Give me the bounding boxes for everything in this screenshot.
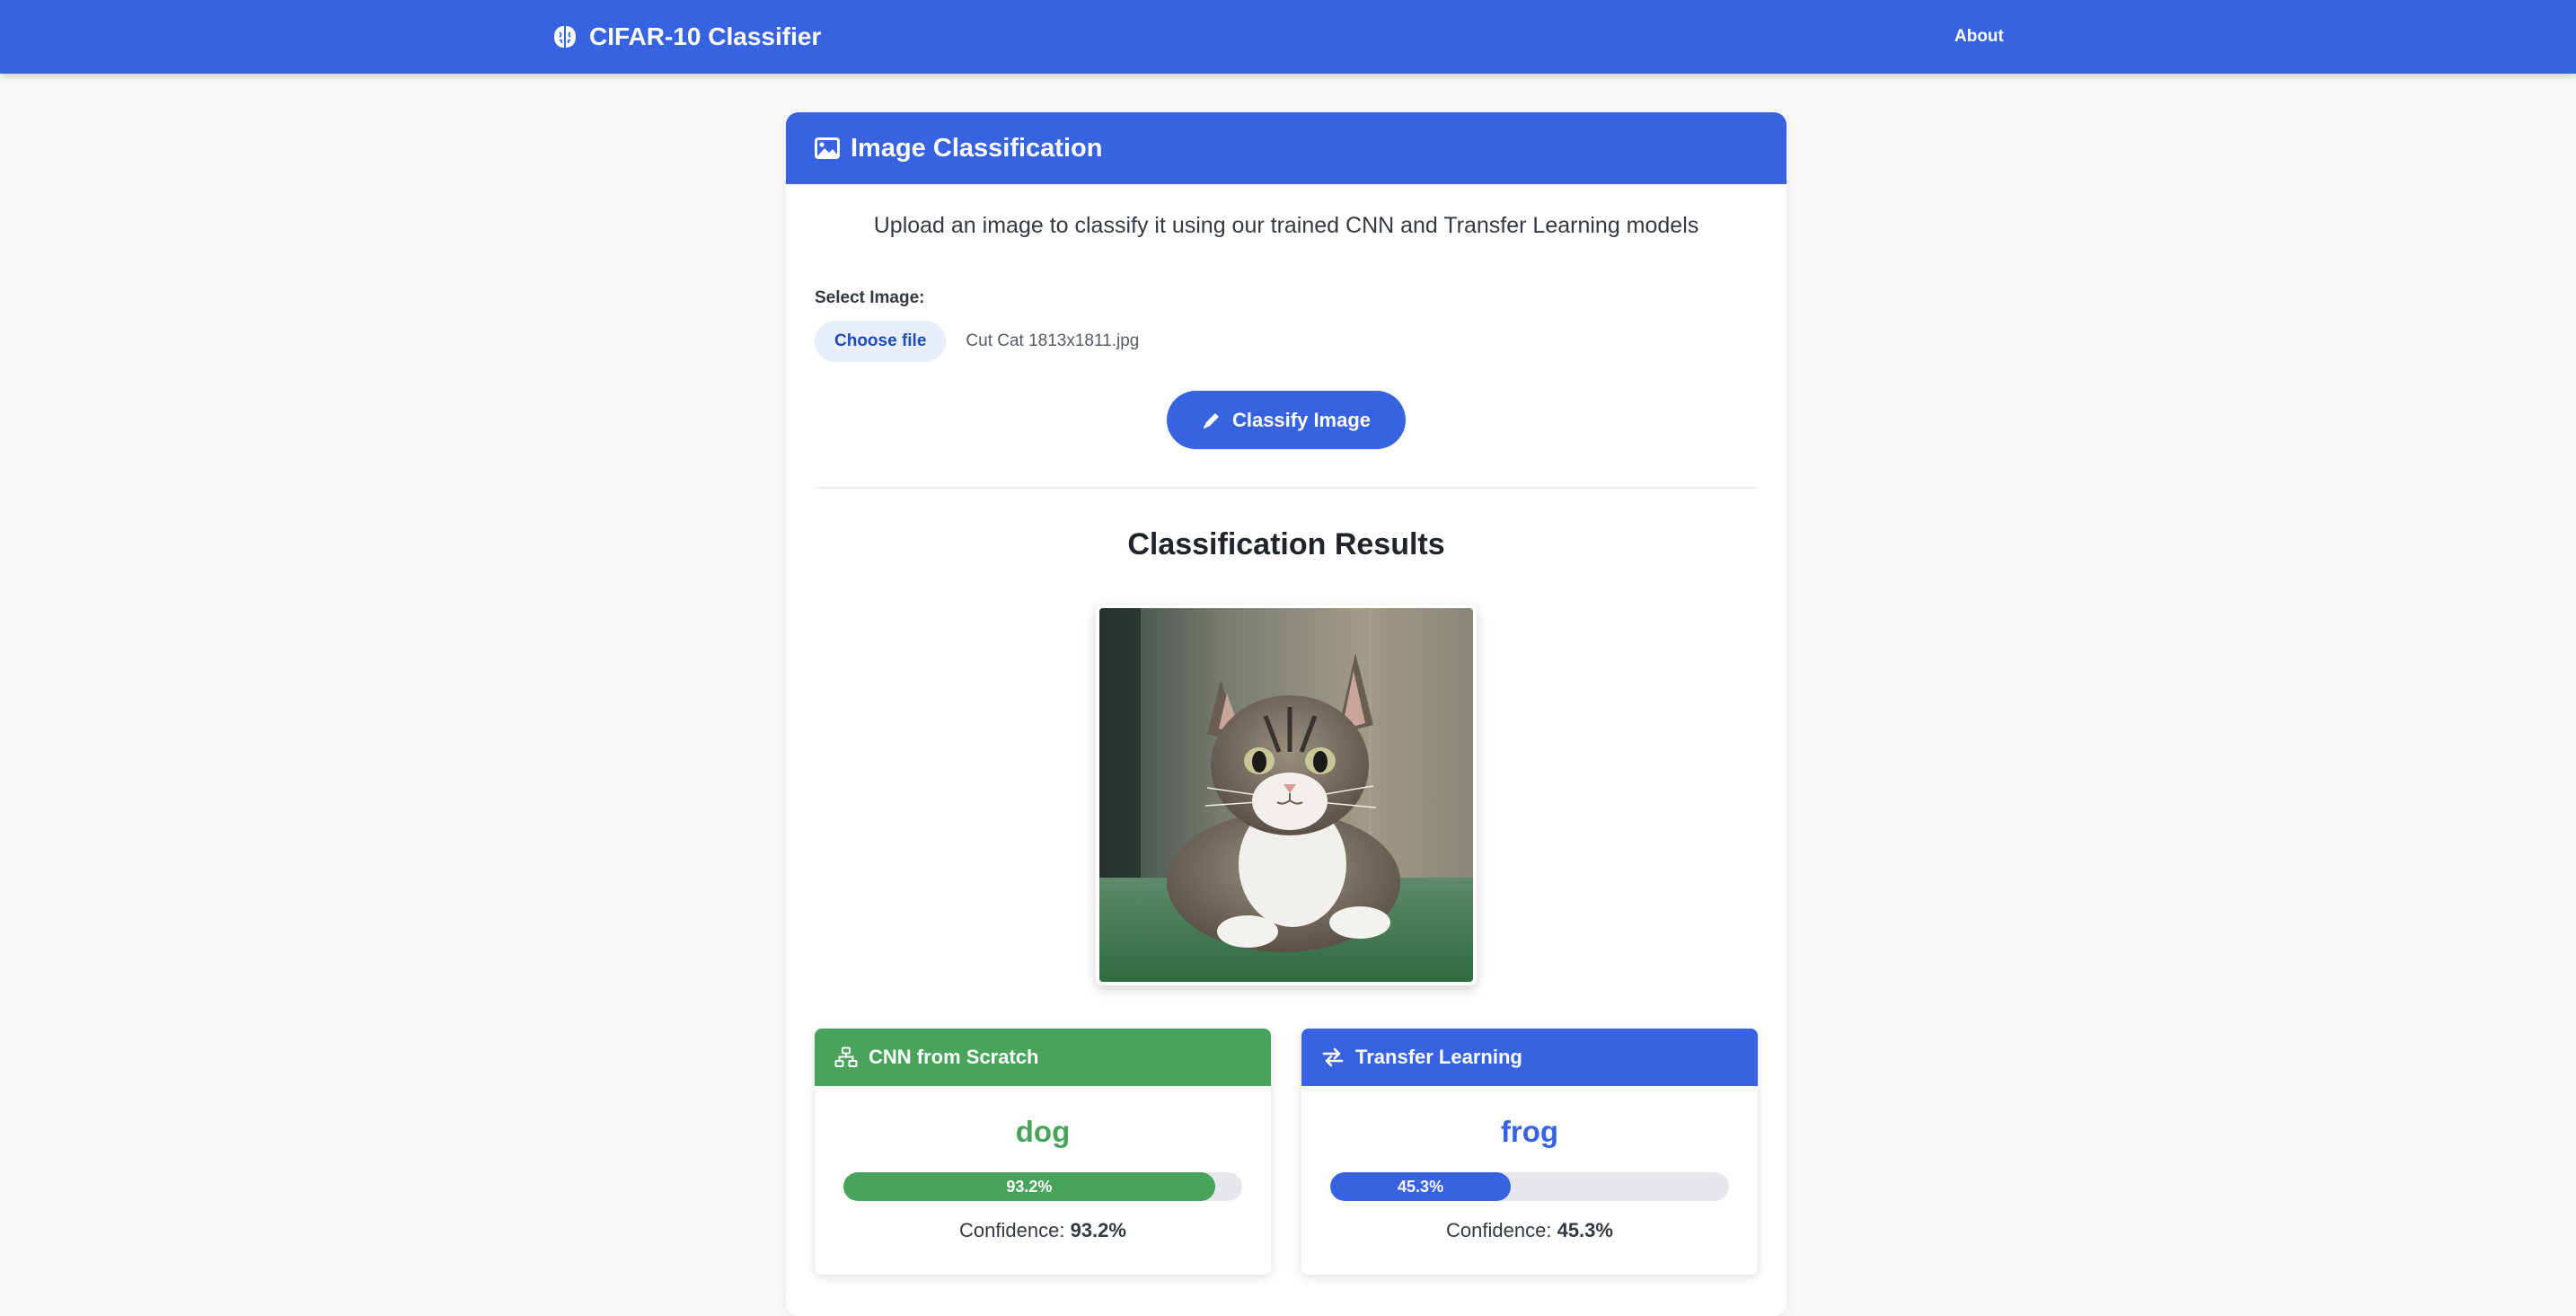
cnn-confidence-label: Confidence: (959, 1219, 1065, 1241)
choose-file-button[interactable]: Choose file (815, 321, 947, 362)
brand-link[interactable]: CIFAR-10 Classifier (551, 0, 821, 74)
tl-confidence-text: Confidence: 45.3% (1301, 1219, 1758, 1242)
pencil-icon (1203, 412, 1219, 428)
tl-model-name: Transfer Learning (1355, 1046, 1522, 1068)
image-icon (815, 137, 840, 159)
cnn-confidence-bar: 93.2% (843, 1172, 1242, 1201)
classify-image-button[interactable]: Classify Image (1167, 391, 1406, 449)
card-title: Image Classification (851, 133, 1103, 163)
cnn-prediction: dog (1015, 1115, 1071, 1148)
selected-file-name: Cut Cat 1813x1811.jpg (966, 331, 1140, 350)
cat-photo (1099, 608, 1473, 982)
nav-about-link[interactable]: About (1954, 0, 2004, 74)
intro-text: Upload an image to classify it using our… (873, 213, 1699, 238)
brain-icon (554, 26, 576, 48)
cnn-confidence-text: Confidence: 93.2% (815, 1219, 1271, 1242)
select-image-label: Select Image: (815, 288, 925, 307)
classify-image-label: Classify Image (1231, 408, 1372, 431)
cnn-card-header: CNN from Scratch (815, 1029, 1271, 1086)
tl-prediction: frog (1500, 1115, 1559, 1148)
section-divider (815, 487, 1758, 489)
tl-confidence-value: 45.3% (1557, 1219, 1613, 1241)
tl-confidence-fill: 45.3% (1330, 1172, 1512, 1201)
network-icon (834, 1047, 858, 1067)
cnn-result-card: CNN from Scratch dog 93.2% Confidence: 9… (815, 1029, 1271, 1275)
cnn-model-name: CNN from Scratch (869, 1046, 1039, 1068)
file-input[interactable]: Choose file Cut Cat 1813x1811.jpg (815, 321, 1139, 362)
tl-confidence-label: Confidence: (1446, 1219, 1552, 1241)
uploaded-image (1096, 605, 1477, 985)
exchange-icon (1322, 1047, 1344, 1067)
tl-card-header: Transfer Learning (1301, 1029, 1758, 1086)
results-title: Classification Results (1127, 527, 1445, 561)
cnn-confidence-fill: 93.2% (843, 1172, 1215, 1201)
brand-title: CIFAR-10 Classifier (589, 22, 822, 50)
card-header: Image Classification (786, 112, 1786, 184)
transfer-learning-result-card: Transfer Learning frog 45.3% Confidence:… (1301, 1029, 1758, 1275)
classification-card: Image Classification Upload an image to … (786, 112, 1786, 1316)
tl-confidence-bar: 45.3% (1330, 1172, 1729, 1201)
navbar: CIFAR-10 Classifier About (0, 0, 2576, 74)
cnn-confidence-value: 93.2% (1070, 1219, 1126, 1241)
